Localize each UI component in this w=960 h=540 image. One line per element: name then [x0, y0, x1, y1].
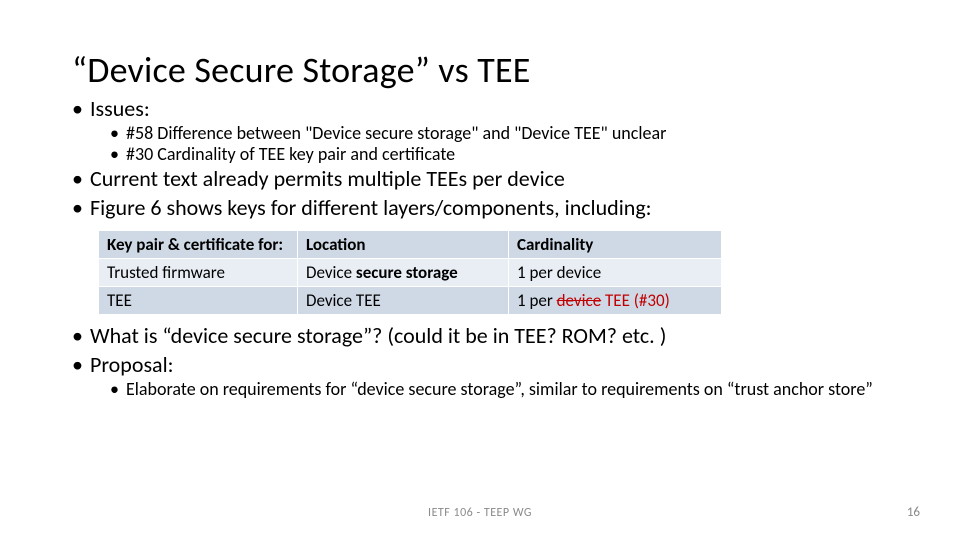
proposal-sublist: Elaborate on requirements for “device se…	[110, 379, 888, 400]
bullet-proposal-label: Proposal:	[90, 351, 174, 378]
bullet-issues-label: Issues:	[90, 95, 150, 122]
cell-r1c1: Device secure storage	[298, 259, 508, 286]
bullet-list: Issues: #58 Difference between "Device s…	[72, 96, 888, 222]
bullet-what-is: What is “device secure storage”? (could …	[72, 323, 888, 350]
key-table-wrap: Key pair & certificate for: Location Car…	[98, 230, 888, 315]
bullet-proposal: Proposal: Elaborate on requirements for …	[72, 352, 888, 400]
cell-r2c2-pre: 1 per	[517, 290, 557, 311]
slide: “Device Secure Storage” vs TEE Issues: #…	[0, 0, 960, 540]
issue-58: #58 Difference between "Device secure st…	[110, 123, 888, 144]
cell-r2c1: Device TEE	[298, 287, 508, 314]
slide-title: “Device Secure Storage” vs TEE	[72, 48, 888, 92]
bullet-figure6: Figure 6 shows keys for different layers…	[72, 195, 888, 222]
cell-r1c1-bold: secure storage	[356, 262, 458, 283]
header-location: Location	[298, 231, 508, 258]
cell-r2c2-ins: TEE (#30)	[601, 290, 670, 311]
table-row: TEE Device TEE 1 per device TEE (#30)	[99, 287, 721, 314]
issues-sublist: #58 Difference between "Device secure st…	[110, 123, 888, 164]
header-cardinality: Cardinality	[509, 231, 721, 258]
table-header-row: Key pair & certificate for: Location Car…	[99, 231, 721, 258]
key-table: Key pair & certificate for: Location Car…	[98, 230, 722, 315]
bullet-current-text: Current text already permits multiple TE…	[72, 166, 888, 193]
cell-r2c2: 1 per device TEE (#30)	[509, 287, 721, 314]
table-row: Trusted firmware Device secure storage 1…	[99, 259, 721, 286]
cell-r2c2-strike: device	[557, 290, 602, 311]
page-number: 16	[907, 505, 920, 520]
proposal-1: Elaborate on requirements for “device se…	[110, 379, 888, 400]
bullet-list-2: What is “device secure storage”? (could …	[72, 323, 888, 399]
bullet-issues: Issues: #58 Difference between "Device s…	[72, 96, 888, 164]
header-keypair: Key pair & certificate for:	[99, 231, 297, 258]
cell-r1c1-pre: Device	[306, 262, 356, 283]
footer-center: IETF 106 - TEEP WG	[0, 506, 960, 520]
issue-30: #30 Cardinality of TEE key pair and cert…	[110, 144, 888, 165]
cell-r2c0: TEE	[99, 287, 297, 314]
cell-r1c2: 1 per device	[509, 259, 721, 286]
cell-r1c0: Trusted firmware	[99, 259, 297, 286]
